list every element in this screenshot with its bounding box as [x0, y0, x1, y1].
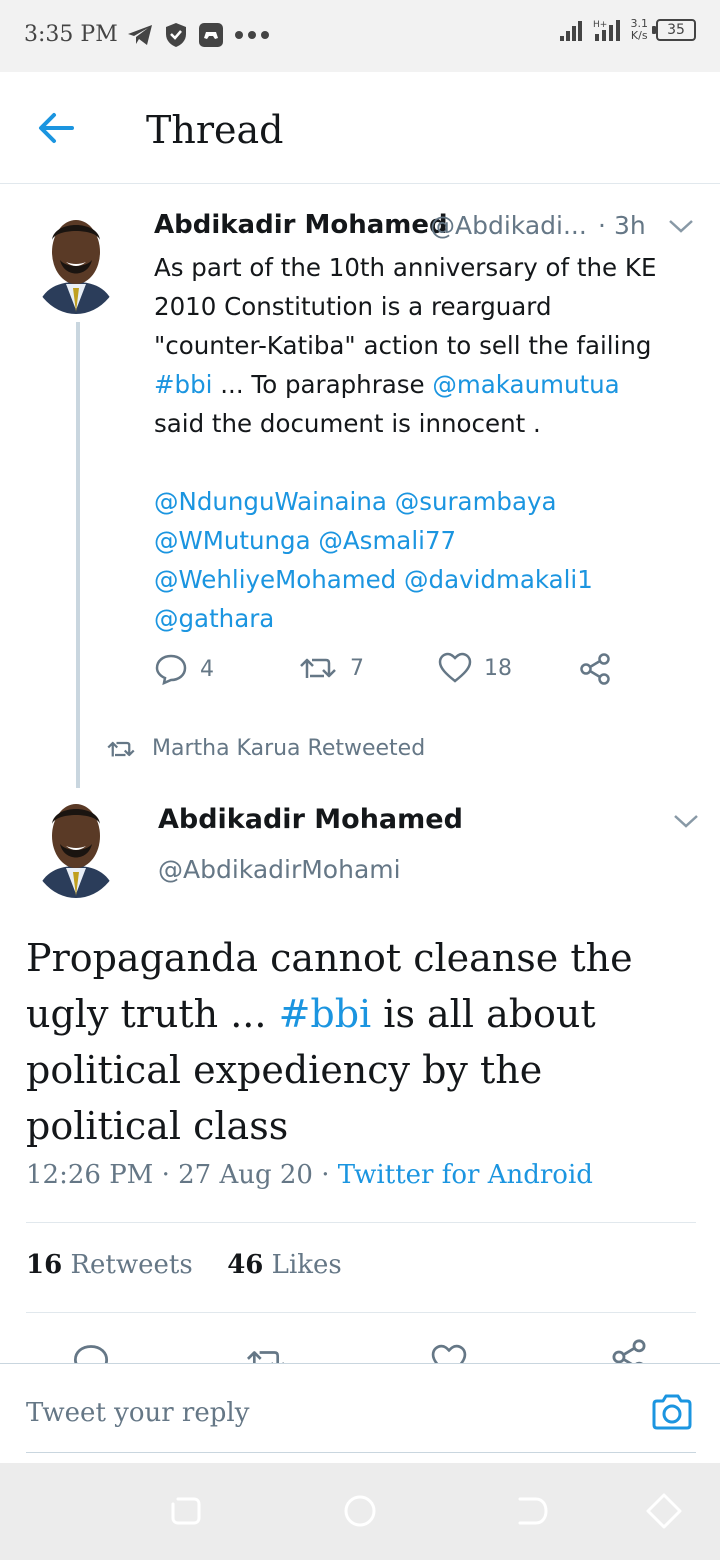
reply-icon[interactable] [72, 1342, 110, 1364]
tweet-meta: 12:26 PM · 27 Aug 20 · Twitter for Andro… [26, 1160, 593, 1190]
mention-link[interactable]: @Asmali77 [318, 526, 456, 555]
retweeted-by[interactable]: Martha Karua Retweeted [106, 736, 425, 761]
telegram-icon [128, 25, 152, 45]
share-button[interactable] [578, 652, 612, 686]
reply-button[interactable]: 4 [154, 652, 214, 686]
mention-link[interactable]: @surambaya [395, 487, 557, 516]
chevron-down-icon[interactable] [667, 216, 695, 236]
avatar-image [30, 790, 122, 898]
share-icon [580, 653, 610, 685]
camera-icon[interactable] [650, 1392, 694, 1432]
retweeted-by-label: Martha Karua Retweeted [152, 736, 426, 761]
tweet-timestamp: 12:26 PM · 27 Aug 20 · [26, 1160, 338, 1190]
retweet-button[interactable]: 7 [298, 652, 364, 684]
like-button[interactable]: 18 [438, 652, 512, 684]
like-count: 18 [484, 655, 512, 681]
back-arrow-icon[interactable] [34, 108, 78, 148]
shield-icon [166, 23, 186, 47]
author-name[interactable]: Abdikadir Mohamed [158, 804, 463, 835]
share-icon[interactable] [610, 1338, 648, 1364]
avatar-image [30, 206, 122, 314]
retweet-icon[interactable] [244, 1344, 288, 1364]
separator-dot: · [598, 211, 606, 240]
game-icon [199, 23, 223, 47]
tweet-stats: 16 Retweets 46 Likes [26, 1250, 342, 1280]
retweet-count: 7 [350, 655, 364, 681]
thread-header: Thread [0, 72, 720, 184]
svg-text:H+: H+ [593, 20, 607, 30]
focused-tweet-actions [0, 1328, 720, 1364]
status-time: 3:35 PM [24, 22, 118, 47]
battery-icon: 35 [652, 19, 696, 41]
heart-icon[interactable] [430, 1344, 468, 1364]
reply-count: 4 [200, 656, 214, 682]
page-title: Thread [146, 108, 284, 152]
reply-input[interactable]: Tweet your reply [26, 1398, 249, 1428]
hashtag-link[interactable]: #bbi [154, 370, 212, 399]
mention-link[interactable]: @davidmakali1 [404, 565, 593, 594]
home-icon[interactable] [340, 1491, 380, 1531]
mention-link[interactable]: @WehliyeMohamed [154, 565, 396, 594]
back-nav-icon[interactable] [512, 1491, 552, 1531]
avatar[interactable] [30, 790, 122, 898]
retweets-stat[interactable]: 16 Retweets [26, 1250, 193, 1280]
chevron-down-icon[interactable] [672, 811, 700, 831]
more-notifications-icon [235, 31, 269, 39]
author-handle[interactable]: @Abdikadi... [430, 211, 587, 240]
tweet-text: As part of the 10th anniversary of the K… [154, 253, 657, 633]
divider [26, 1222, 696, 1223]
signal-icon [559, 21, 582, 41]
avatar[interactable] [30, 206, 122, 314]
network-speed: 3.1 K/s [630, 17, 649, 42]
mention-link[interactable]: @NdunguWainaina [154, 487, 387, 516]
system-nav-bar [0, 1463, 720, 1560]
likes-stat[interactable]: 46 Likes [227, 1250, 342, 1280]
signal-4g-icon: H+ [593, 20, 620, 41]
status-system-icons: H+ 3.1 K/s 35 [559, 17, 696, 42]
reply-underline [26, 1452, 696, 1453]
tweet-actions: 4 7 18 [154, 652, 634, 696]
tweet-source-link[interactable]: Twitter for Android [338, 1160, 593, 1190]
author-name[interactable]: Abdikadir Mohamed [154, 210, 448, 240]
retweet-icon [300, 658, 336, 678]
reply-composer: Tweet your reply [0, 1363, 720, 1463]
reply-icon [155, 654, 187, 686]
mention-link[interactable]: @gathara [154, 604, 274, 633]
tweet-time[interactable]: 3h [614, 211, 646, 240]
status-notification-icons [126, 22, 270, 48]
mention-link[interactable]: @WMutunga [154, 526, 311, 555]
retweet-icon [107, 741, 135, 756]
heart-icon [438, 652, 472, 683]
tweet-text: Propaganda cannot cleanse the ugly truth… [26, 936, 633, 1148]
thread-connector-line [76, 322, 80, 788]
hashtag-link[interactable]: #bbi [279, 992, 372, 1036]
divider [26, 1312, 696, 1313]
status-bar: 3:35 PM H+ 3.1 K/s 35 [0, 0, 720, 72]
rotate-icon[interactable] [644, 1491, 684, 1531]
recent-apps-icon[interactable] [166, 1491, 206, 1531]
author-handle[interactable]: @AbdikadirMohami [158, 855, 401, 884]
mention-link[interactable]: @makaumutua [432, 370, 619, 399]
